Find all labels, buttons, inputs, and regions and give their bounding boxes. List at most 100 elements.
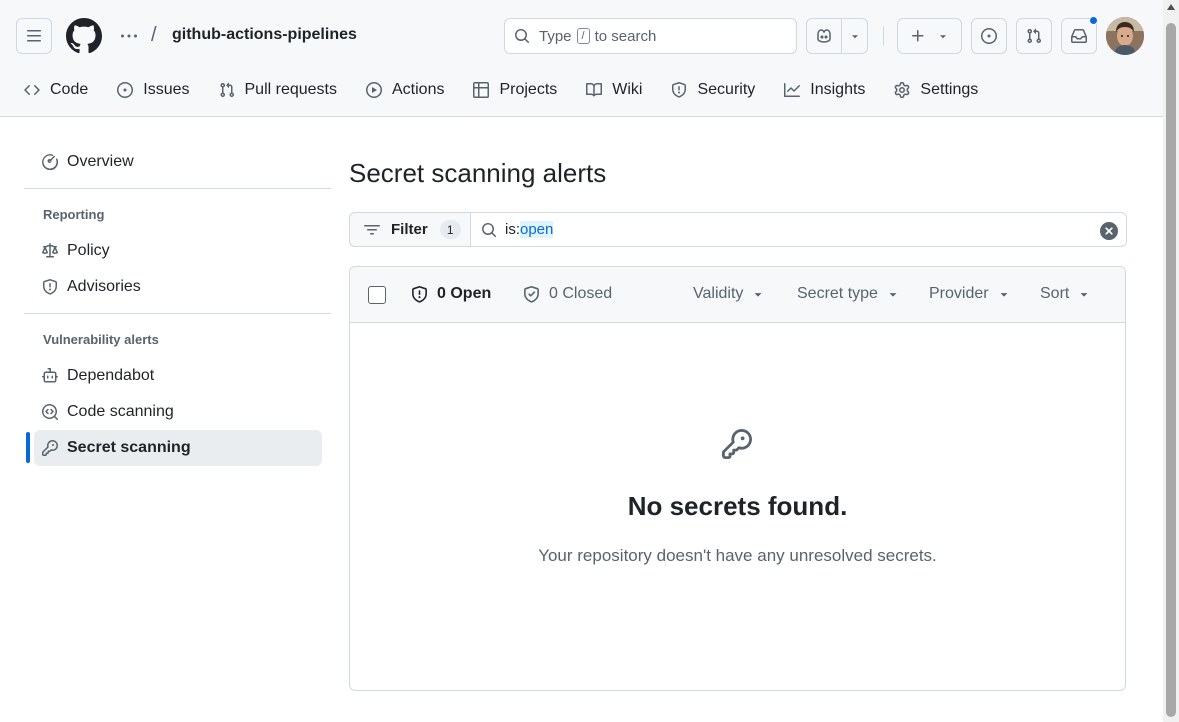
issue-opened-icon (117, 82, 134, 98)
tab-label: Security (697, 81, 756, 98)
key-icon (42, 440, 58, 456)
alert-search-input[interactable]: is: open (471, 212, 1127, 247)
alerts-list: 0 Open 0 Closed Validity Secret type Pro… (349, 266, 1126, 691)
dependabot-icon (42, 368, 58, 383)
tab-label: Code (50, 81, 89, 98)
closed-alerts-filter[interactable]: 0 Closed (523, 285, 612, 303)
scrollbar-thumb[interactable] (1166, 23, 1176, 717)
sidebar-heading-vulnerability-alerts: Vulnerability alerts (43, 332, 159, 347)
create-new-button[interactable] (897, 18, 962, 54)
scroll-up-arrow-icon[interactable] (1167, 4, 1175, 10)
github-logo[interactable] (66, 18, 102, 54)
sort-dropdown[interactable]: Sort (1040, 285, 1091, 303)
repo-nav: Code Issues Pull requests Actions Projec… (16, 72, 999, 108)
triangle-down-icon (851, 35, 858, 39)
sidebar-item-label: Policy (67, 242, 110, 259)
copilot-button-group (806, 18, 868, 54)
clear-search-icon[interactable] (1100, 222, 1118, 240)
dropdown-label: Provider (929, 285, 989, 302)
tab-issues[interactable]: Issues (109, 72, 197, 108)
blankslate-title: No secrets found. (627, 491, 848, 521)
sidebar-divider (24, 188, 331, 189)
tab-label: Insights (810, 81, 866, 98)
dropdown-label: Validity (693, 285, 744, 302)
issue-opened-icon (981, 28, 997, 44)
inbox-icon (1071, 29, 1087, 43)
unread-notification-indicator (1089, 16, 1098, 25)
tab-code[interactable]: Code (16, 72, 96, 108)
kebab-icon (121, 34, 137, 38)
open-count-label: 0 Open (437, 285, 492, 302)
sidebar-item-overview[interactable]: Overview (24, 144, 331, 180)
search-placeholder-prefix: Type (539, 27, 572, 45)
copilot-button[interactable] (807, 19, 843, 53)
plus-icon (911, 30, 924, 42)
key-icon (722, 429, 752, 459)
query-qualifier-key: is: (505, 221, 520, 238)
tab-actions[interactable]: Actions (358, 72, 452, 108)
tab-settings[interactable]: Settings (886, 72, 986, 108)
sidebar-item-policy[interactable]: Policy (24, 233, 331, 269)
tab-label: Settings (920, 81, 979, 98)
open-alerts-filter[interactable]: 0 Open (411, 285, 491, 303)
global-search-input[interactable]: Type / to search (504, 18, 797, 54)
sidebar-item-label: Code scanning (67, 403, 174, 420)
query-qualifier-value: open (520, 221, 554, 238)
your-issues-button[interactable] (971, 18, 1007, 54)
sidebar-item-advisories[interactable]: Advisories (24, 269, 331, 305)
repo-name-link[interactable]: github-actions-pipelines (172, 26, 357, 44)
provider-dropdown[interactable]: Provider (929, 285, 1011, 303)
hamburger-icon (27, 30, 41, 42)
sidebar-item-label: Overview (67, 153, 134, 170)
secret-type-dropdown[interactable]: Secret type (797, 285, 900, 303)
select-all-checkbox[interactable] (368, 286, 386, 304)
copilot-icon (817, 29, 831, 43)
tab-wiki[interactable]: Wiki (578, 72, 650, 108)
sidebar-heading-reporting: Reporting (43, 207, 105, 222)
play-icon (366, 82, 382, 98)
search-shortcut-key: / (576, 28, 590, 44)
page-title: Secret scanning alerts (349, 158, 607, 188)
tab-label: Issues (143, 81, 190, 98)
user-avatar[interactable] (1106, 17, 1144, 55)
validity-dropdown[interactable]: Validity (693, 285, 765, 303)
alert-filter-bar: Filter 1 is: open (349, 212, 1127, 247)
breadcrumb-overflow-button[interactable] (117, 25, 141, 47)
triangle-down-icon (1081, 293, 1088, 297)
tab-projects[interactable]: Projects (465, 72, 565, 108)
triangle-down-icon (889, 293, 897, 297)
filter-button-label: Filter (391, 221, 428, 238)
dropdown-label: Secret type (797, 285, 878, 302)
law-icon (42, 243, 58, 258)
filter-count-badge: 1 (439, 220, 461, 239)
sidebar-item-label: Dependabot (67, 367, 155, 384)
graph-icon (784, 83, 801, 97)
sidebar-item-dependabot[interactable]: Dependabot (24, 358, 331, 394)
tab-label: Actions (392, 81, 445, 98)
security-sidebar: Overview Reporting Policy Advisories Vul… (24, 144, 331, 466)
gear-icon (895, 82, 910, 98)
hamburger-menu-button[interactable] (16, 18, 52, 54)
filter-icon (364, 224, 380, 234)
shield-icon (672, 82, 687, 98)
copilot-menu-button[interactable] (842, 19, 867, 53)
tab-security[interactable]: Security (663, 72, 763, 108)
page-scrollbar[interactable] (1163, 0, 1179, 722)
sidebar-item-label: Advisories (67, 278, 141, 295)
filter-button[interactable]: Filter 1 (349, 212, 471, 247)
tab-pull-requests[interactable]: Pull requests (211, 72, 346, 108)
triangle-down-icon (755, 293, 762, 297)
sidebar-item-secret-scanning[interactable]: Secret scanning (34, 430, 322, 466)
tab-insights[interactable]: Insights (776, 72, 873, 108)
codescan-icon (42, 404, 58, 420)
breadcrumb-separator: / (151, 24, 157, 46)
tab-label: Wiki (612, 81, 643, 98)
git-pull-request-icon (219, 82, 234, 98)
shield-icon (412, 285, 427, 303)
shield-check-icon (524, 285, 539, 303)
alerts-list-header: 0 Open 0 Closed Validity Secret type Pro… (350, 267, 1125, 323)
book-icon (586, 82, 603, 97)
header-divider (883, 26, 884, 46)
your-pull-requests-button[interactable] (1016, 18, 1052, 54)
sidebar-item-code-scanning[interactable]: Code scanning (24, 394, 331, 430)
